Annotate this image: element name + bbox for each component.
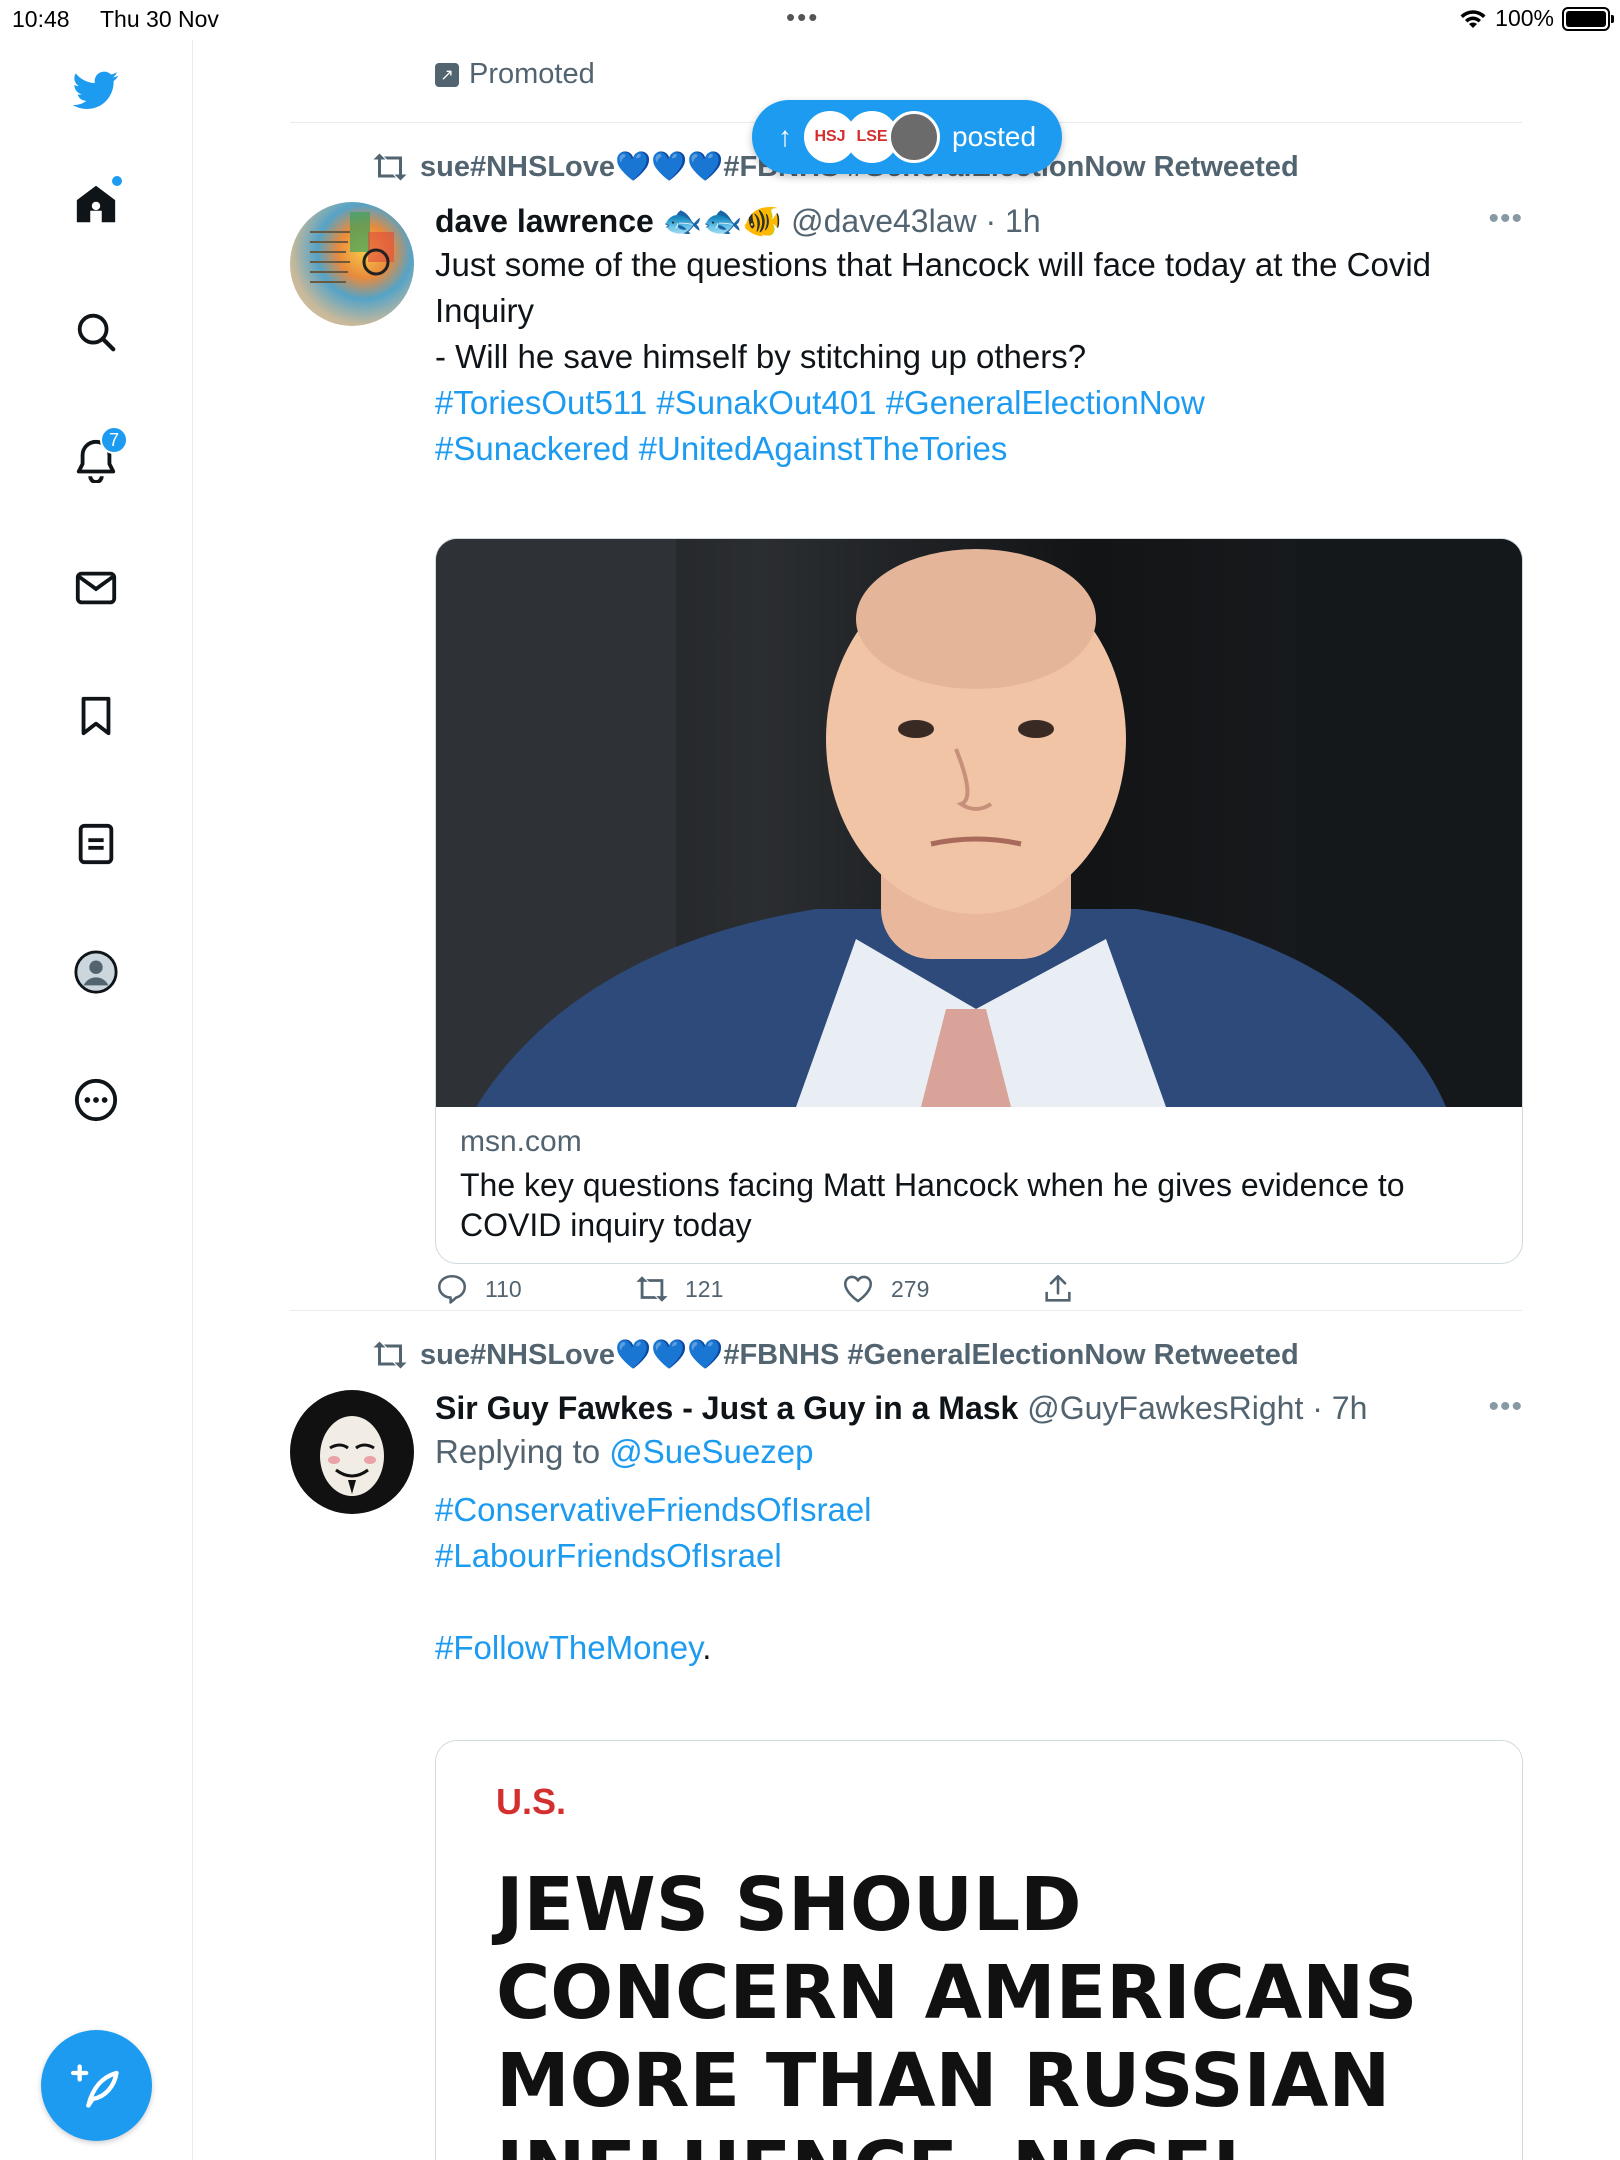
tweet-time[interactable]: · 1h (985, 203, 1040, 239)
arrow-up-icon: ↑ (778, 121, 792, 152)
link-card-image (436, 539, 1522, 1107)
hashtag-line[interactable]: #ConservativeFriendsOfIsrael (435, 1487, 1523, 1533)
hashtag-line[interactable]: #LabourFriendsOfIsrael (435, 1533, 1523, 1579)
link-card-meta: msn.com The key questions facing Matt Ha… (436, 1107, 1522, 1263)
notifications-icon[interactable]: 7 (66, 426, 128, 490)
share-icon (1045, 1274, 1071, 1302)
search-icon[interactable] (66, 302, 126, 362)
tweet-more-icon[interactable]: ••• (1488, 202, 1523, 236)
retweet-count: 121 (685, 1275, 724, 1302)
pill-avatar (888, 111, 940, 163)
sidebar: 7 (0, 40, 193, 2160)
lists-icon[interactable] (66, 814, 126, 874)
home-icon[interactable] (66, 174, 126, 234)
like-count: 279 (891, 1275, 930, 1302)
home-unread-dot (112, 176, 122, 186)
compose-feather-icon (70, 2063, 119, 2108)
avatar[interactable] (290, 1390, 414, 1514)
tweet-more-icon[interactable]: ••• (1488, 1390, 1523, 1424)
promoted-label: ↗ Promoted (435, 58, 595, 91)
retweeted-by-text: sue#NHSLove💙💙💙#FBNHS #GeneralElectionNow… (420, 1339, 1299, 1371)
retweet-icon (636, 1276, 668, 1302)
promoted-text: Promoted (469, 58, 595, 90)
author-name[interactable]: Sir Guy Fawkes - Just a Guy in a Mask (435, 1390, 1018, 1426)
replying-to-label: Replying to (435, 1433, 601, 1470)
reply-icon (437, 1274, 467, 1304)
profile-icon[interactable] (66, 942, 126, 1002)
headline-line: MORE THAN RUSSIAN (496, 2038, 1391, 2124)
author-handle[interactable]: @GuyFawkesRight (1027, 1390, 1303, 1426)
hashtag-line[interactable]: #ToriesOut511 #SunakOut401 #GeneralElect… (435, 380, 1523, 426)
replying-to: Replying to @SueSuezep (435, 1429, 1523, 1475)
text-suffix: . (702, 1629, 712, 1666)
tweet-body: Sir Guy Fawkes - Just a Guy in a Mask @G… (435, 1390, 1523, 1671)
headline-line: JEWS SHOULD (496, 1862, 1082, 1948)
author-emoji: 🐟🐟🐠 (662, 203, 783, 239)
article-card[interactable]: U.S. JEWS SHOULD CONCERN AMERICANS MORE … (435, 1740, 1523, 2160)
link-card[interactable]: msn.com The key questions facing Matt Ha… (435, 538, 1523, 1264)
tweet-text: Just some of the questions that Hancock … (435, 242, 1523, 472)
retweet-icon (373, 153, 407, 181)
article-image: U.S. JEWS SHOULD CONCERN AMERICANS MORE … (436, 1741, 1522, 2160)
reply-count: 110 (485, 1275, 522, 1302)
twitter-logo-icon[interactable] (66, 60, 126, 120)
heart-icon (843, 1275, 873, 1303)
hashtag-follow-the-money[interactable]: #FollowTheMoney (435, 1629, 702, 1666)
article-kicker: U.S. (496, 1781, 567, 1822)
tweet-text-line: Inquiry (435, 292, 535, 329)
share-button[interactable] (1041, 1272, 1075, 1306)
article-headline: JEWS SHOULD CONCERN AMERICANS MORE THAN … (496, 1861, 1417, 2160)
pill-label: posted (952, 121, 1037, 152)
tweet-text-line: Just some of the questions that Hancock … (435, 246, 1432, 283)
tweet-body: dave lawrence 🐟🐟🐠 @dave43law · 1h ••• Ju… (435, 202, 1523, 472)
retweet-button[interactable]: 121 (635, 1272, 841, 1306)
retweet-context: sue#NHSLove💙💙💙#FBNHS #GeneralElectionNow… (372, 1338, 1299, 1372)
notification-badge: 7 (100, 426, 128, 454)
tweet-actions: 110 121 279 (435, 1272, 1075, 1306)
card-title: The key questions facing Matt Hancock wh… (460, 1167, 1405, 1243)
wifi-icon (1460, 9, 1486, 28)
status-bar: 10:48 Thu 30 Nov ••• 100% (0, 0, 1620, 40)
author-handle[interactable]: @dave43law (791, 203, 976, 239)
like-button[interactable]: 279 (841, 1272, 1041, 1306)
messages-icon[interactable] (66, 558, 126, 618)
author-name[interactable]: dave lawrence (435, 203, 654, 239)
compose-tweet-button[interactable] (41, 2030, 152, 2141)
tweet-time[interactable]: · 7h (1312, 1390, 1367, 1426)
tweet-header: dave lawrence 🐟🐟🐠 @dave43law · 1h (435, 202, 1523, 240)
headline-line: CONCERN AMERICANS (496, 1950, 1418, 2036)
pill-avatars: HSJ LSE (804, 111, 940, 163)
tweet-text: #ConservativeFriendsOfIsrael #LabourFrie… (435, 1487, 1523, 1671)
tweet-text-line: - Will he save himself by stitching up o… (435, 338, 1087, 375)
bookmarks-icon[interactable] (66, 686, 126, 746)
tweet-header: Sir Guy Fawkes - Just a Guy in a Mask @G… (435, 1390, 1523, 1427)
reply-button[interactable]: 110 (435, 1272, 635, 1306)
battery-icon (1562, 6, 1614, 31)
battery-percent: 100% (1495, 5, 1554, 31)
divider (290, 1310, 1522, 1311)
new-posts-pill[interactable]: ↑ HSJ LSE posted (752, 100, 1062, 174)
headline-line: INFLUENCE, NIGEL (496, 2125, 1417, 2160)
status-time: 10:48 (12, 6, 70, 32)
card-domain: msn.com (460, 1125, 582, 1158)
multitask-dots-icon[interactable]: ••• (786, 2, 819, 33)
status-right: 100% (1459, 5, 1614, 32)
hashtag-line[interactable]: #Sunackered #UnitedAgainstTheTories (435, 426, 1523, 472)
retweet-icon (373, 1341, 407, 1369)
replying-to-handle[interactable]: @SueSuezep (609, 1433, 813, 1470)
more-options-icon[interactable] (66, 1070, 126, 1130)
promoted-icon: ↗ (435, 62, 459, 87)
status-date: Thu 30 Nov (100, 6, 219, 32)
avatar[interactable] (290, 202, 414, 326)
